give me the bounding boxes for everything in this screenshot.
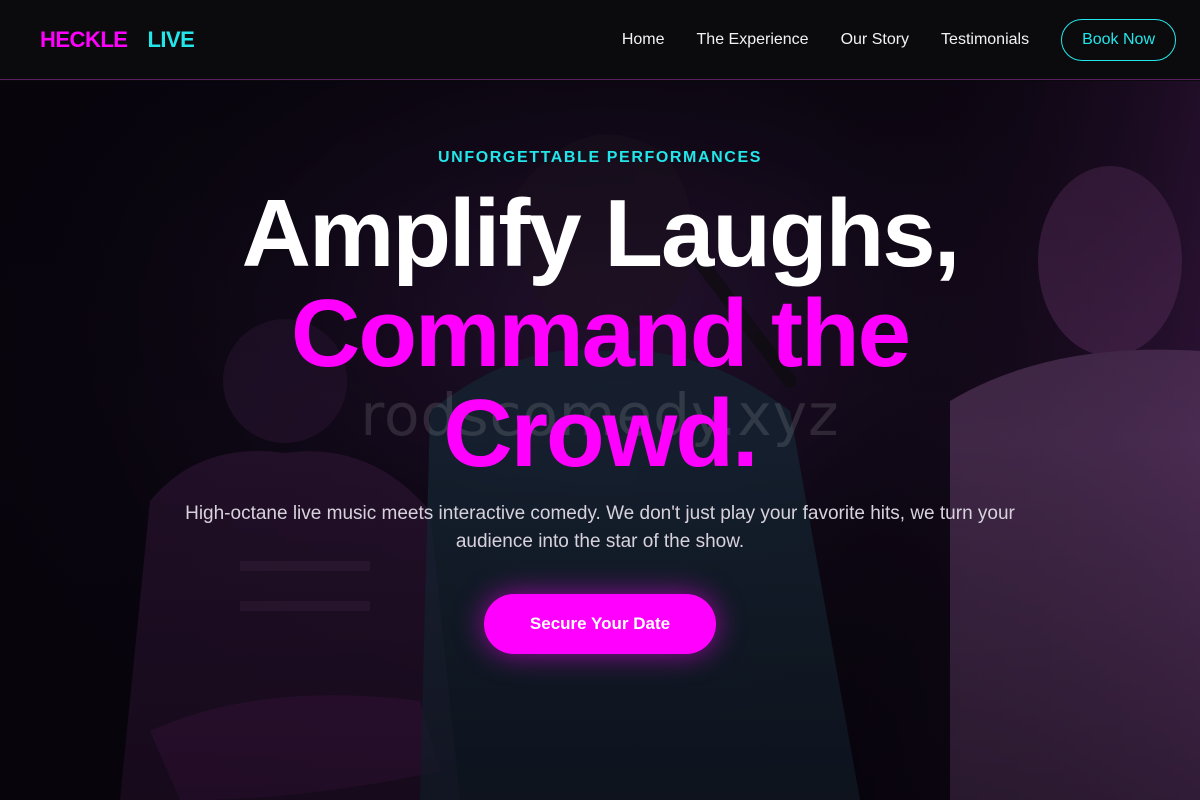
secure-your-date-button[interactable]: Secure Your Date <box>484 594 716 654</box>
main-nav: Home The Experience Our Story Testimonia… <box>622 18 1176 61</box>
hero-section: rodscomedy.xyz UNFORGETTABLE PERFORMANCE… <box>0 81 1200 800</box>
logo-live: LIVE <box>147 26 195 52</box>
hero-headline-line2: Command the <box>290 280 911 387</box>
hero-eyebrow: UNFORGETTABLE PERFORMANCES <box>438 149 762 166</box>
hero-subtitle: High-octane live music meets interactive… <box>185 503 1015 552</box>
nav-link-home[interactable]: Home <box>622 31 665 49</box>
logo-heckle: HECKLE <box>40 26 128 52</box>
book-now-button[interactable]: Book Now <box>1061 18 1176 61</box>
hero-headline-line3: Crowd. <box>443 380 758 487</box>
hero-headline-line1: Amplify Laughs, <box>241 180 961 287</box>
nav-link-testimonials[interactable]: Testimonials <box>941 31 1029 49</box>
logo[interactable]: HECKLE LIVE <box>40 26 195 53</box>
nav-link-our-story[interactable]: Our Story <box>841 31 909 49</box>
nav-link-the-experience[interactable]: The Experience <box>697 31 809 49</box>
site-header: HECKLE LIVE Home The Experience Our Stor… <box>0 0 1200 80</box>
